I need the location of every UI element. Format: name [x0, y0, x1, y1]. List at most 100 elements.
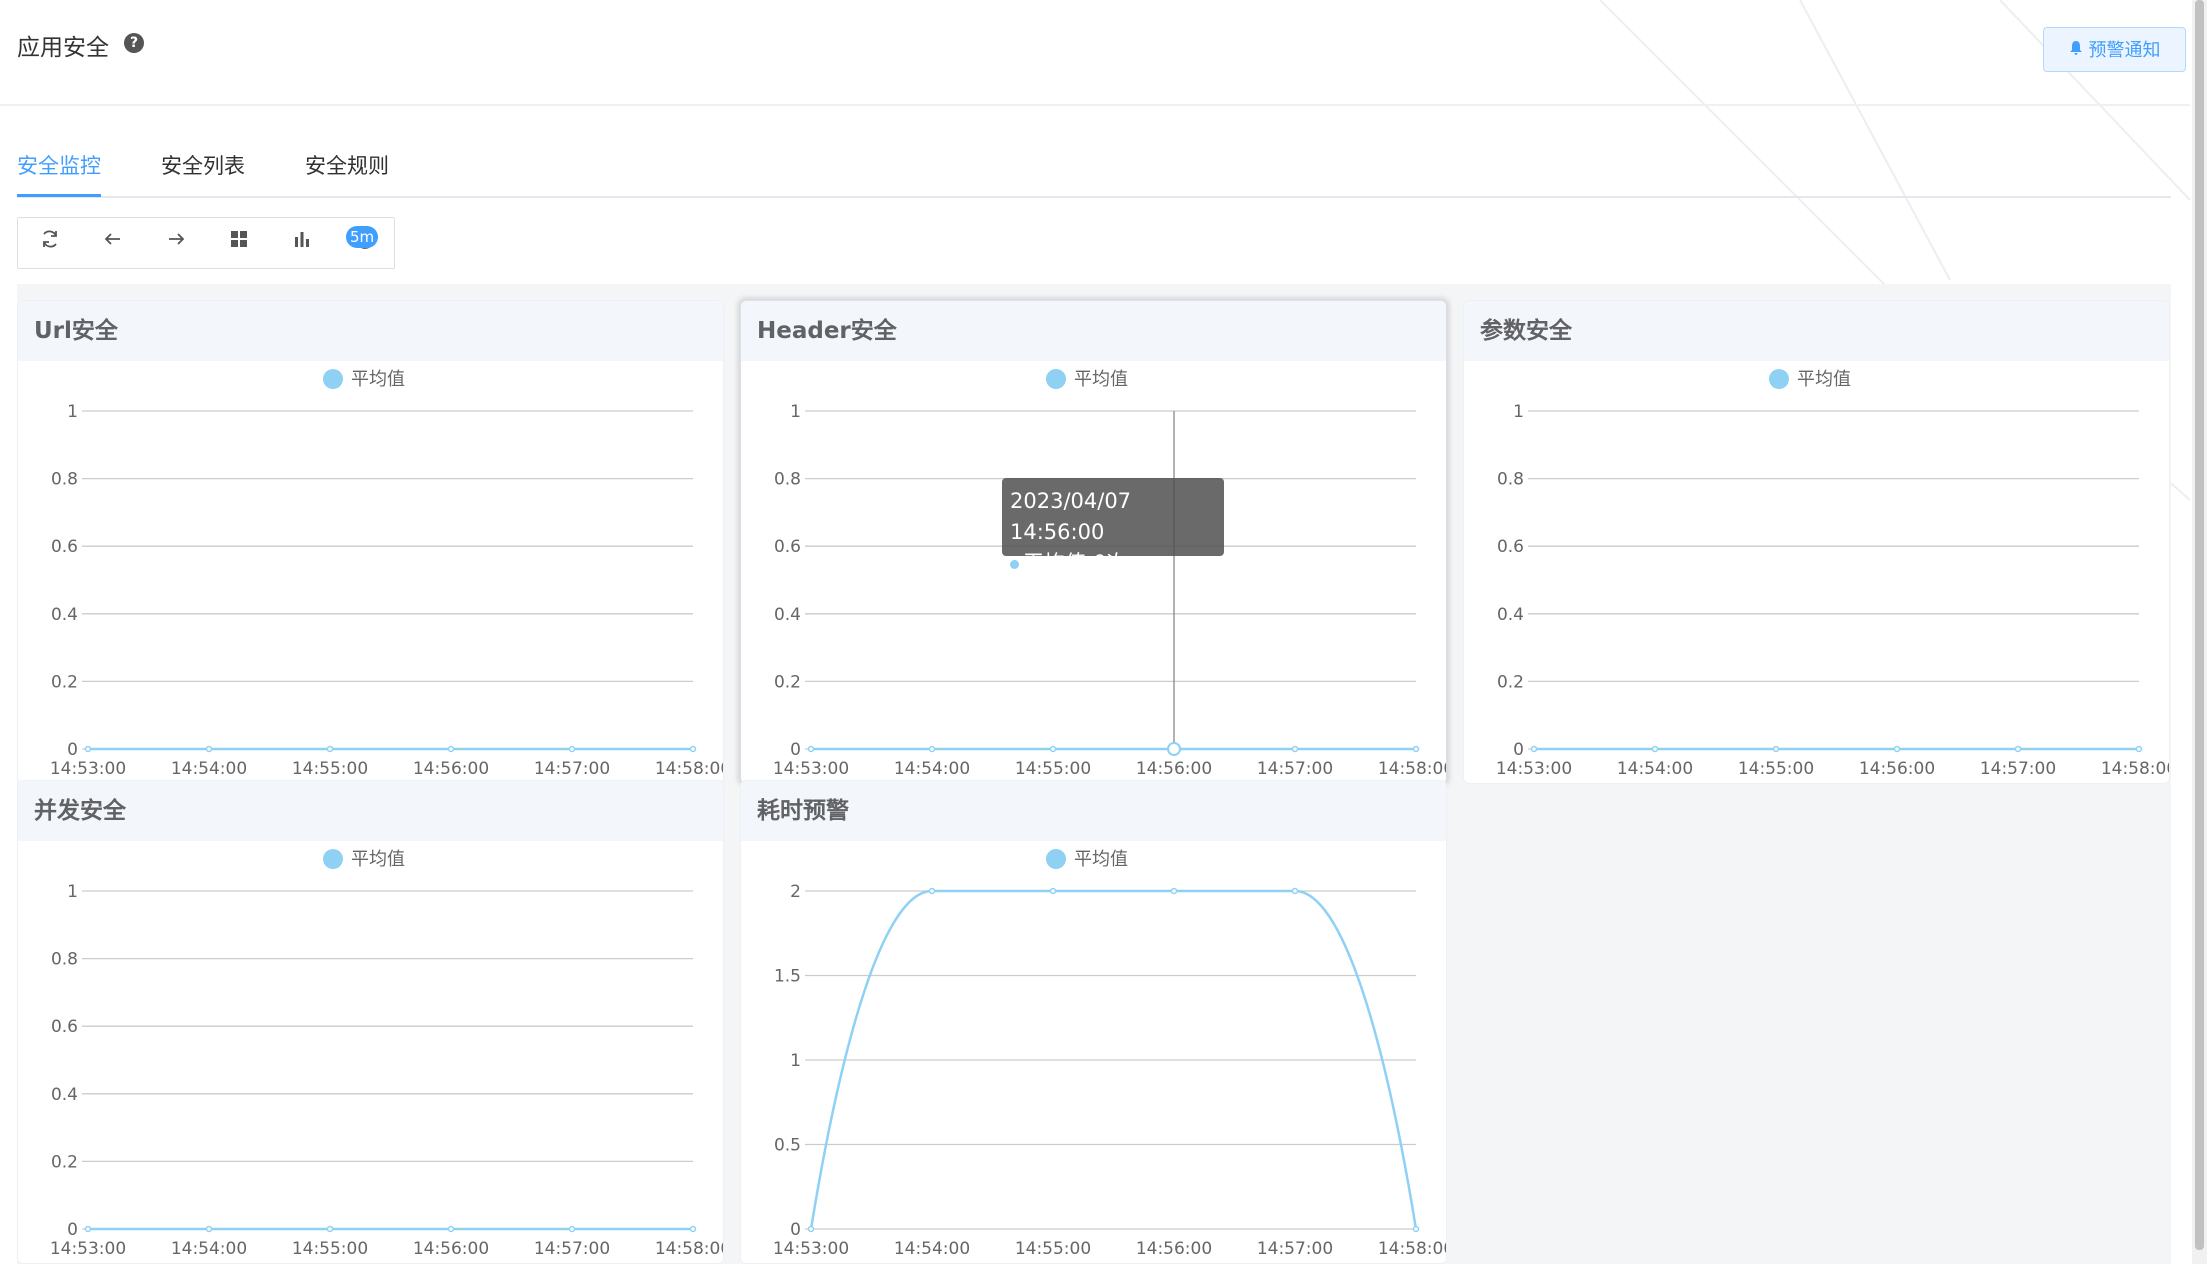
- y-tick-label: 0.8: [774, 470, 801, 490]
- x-tick-label: 14:55:00: [1015, 1239, 1091, 1259]
- refresh-icon[interactable]: [18, 218, 81, 268]
- x-tick-label: 14:58:00: [655, 1239, 724, 1259]
- chart-concurrency[interactable]: 平均值 0 0.2 0.4 0.6 0.8 1 14:53:00 14:54:00 14:55:0…: [18, 841, 724, 1264]
- x-tick-label: 14:56:00: [413, 1239, 489, 1259]
- data-point: [326, 745, 334, 753]
- y-tick-label: 0.2: [51, 672, 78, 692]
- data-point: [568, 1225, 576, 1233]
- x-tick-label: 14:56:00: [1136, 1239, 1212, 1259]
- legend-label: 平均值: [1074, 849, 1128, 870]
- x-tick-label: 14:55:00: [1738, 759, 1814, 779]
- chart-params[interactable]: 平均值 0 0.2 0.4 0.6 0.8 1 14:53:00 14:54:00 14:55:0…: [1464, 361, 2170, 784]
- chart-card-latency: 耗时预警 平均值 0 0.5 1 1.5 2 14:53:00 14:54:00 14:55:0…: [740, 780, 1447, 1264]
- hover-point: [1167, 742, 1181, 756]
- question-circle-icon[interactable]: ?: [124, 33, 144, 53]
- chart-card-concurrency: 并发安全 平均值 0 0.2 0.4 0.6 0.8 1 14:53:00 14:54:00 14…: [17, 780, 724, 1264]
- y-tick-label: 1.5: [774, 967, 801, 987]
- y-tick-label: 0.6: [1497, 537, 1524, 557]
- legend-label: 平均值: [1797, 369, 1851, 390]
- y-tick-label: 0.4: [1497, 605, 1524, 625]
- data-point: [1530, 745, 1538, 753]
- arrow-left-icon[interactable]: [81, 218, 144, 268]
- tab-security-rules[interactable]: 安全规则: [305, 150, 389, 194]
- y-tick-label: 0.4: [51, 1085, 78, 1105]
- data-point: [1412, 745, 1420, 753]
- chart-card-params: 参数安全 平均值 0 0.2 0.4 0.6 0.8 1 14:53:00 14:54:00 14…: [1463, 300, 2170, 784]
- x-tick-label: 14:58:00: [1378, 759, 1447, 779]
- y-tick-label: 0.6: [51, 537, 78, 557]
- page-scrollbar[interactable]: [2192, 0, 2207, 1264]
- data-point: [928, 887, 936, 895]
- y-tick-label: 0.8: [1497, 470, 1524, 490]
- y-tick-label: 0: [1513, 740, 1524, 760]
- y-tick-label: 0: [67, 1220, 78, 1240]
- data-point: [447, 1225, 455, 1233]
- y-tick-label: 0.2: [1497, 672, 1524, 692]
- data-point: [326, 1225, 334, 1233]
- data-point: [689, 1225, 697, 1233]
- y-tick-label: 0: [790, 740, 801, 760]
- legend-label: 平均值: [351, 849, 405, 870]
- data-point: [1893, 745, 1901, 753]
- data-point: [447, 745, 455, 753]
- chart-url[interactable]: 平均值 0 0.2 0.4 0.6 0.8 1 14:53:00 14:54:00 14:55:0…: [18, 361, 724, 784]
- scrollbar-thumb[interactable]: [2195, 0, 2204, 1250]
- data-point: [1049, 887, 1057, 895]
- x-tick-label: 14:54:00: [894, 759, 970, 779]
- y-tick-label: 0.2: [774, 672, 801, 692]
- x-tick-label: 14:56:00: [1859, 759, 1935, 779]
- x-tick-label: 14:55:00: [1015, 759, 1091, 779]
- card-title: 参数安全: [1464, 301, 2169, 361]
- x-tick-label: 14:58:00: [655, 759, 724, 779]
- data-point: [2135, 745, 2143, 753]
- interval-badge: 5m: [346, 226, 379, 248]
- x-tick-label: 14:53:00: [1496, 759, 1572, 779]
- arrow-right-icon[interactable]: [144, 218, 207, 268]
- x-tick-label: 14:55:00: [292, 759, 368, 779]
- x-tick-label: 14:57:00: [1257, 1239, 1333, 1259]
- x-tick-label: 14:58:00: [2101, 759, 2170, 779]
- alert-button-label: 预警通知: [2088, 40, 2161, 61]
- x-tick-label: 14:54:00: [894, 1239, 970, 1259]
- data-point: [1412, 1225, 1420, 1233]
- y-tick-label: 0.6: [774, 537, 801, 557]
- card-title: Header安全: [741, 301, 1446, 361]
- data-point: [205, 745, 213, 753]
- tab-bar: 安全监控 安全列表 安全规则: [17, 150, 2171, 198]
- y-tick-label: 0: [790, 1220, 801, 1240]
- data-point: [807, 1225, 815, 1233]
- tab-security-list[interactable]: 安全列表: [161, 150, 245, 194]
- data-point: [689, 745, 697, 753]
- y-tick-label: 0.5: [774, 1136, 801, 1156]
- data-point: [928, 745, 936, 753]
- y-tick-label: 1: [1513, 402, 1524, 422]
- y-tick-label: 0.4: [51, 605, 78, 625]
- data-point: [84, 745, 92, 753]
- bar-chart-icon[interactable]: [270, 218, 333, 268]
- x-tick-label: 14:57:00: [1980, 759, 2056, 779]
- data-point: [1049, 745, 1057, 753]
- chart-toolbar: [17, 217, 395, 269]
- data-point: [1651, 745, 1659, 753]
- card-title: 耗时预警: [741, 781, 1446, 841]
- alert-notification-button[interactable]: 预警通知: [2043, 27, 2186, 72]
- legend-marker: [1769, 369, 1789, 389]
- x-tick-label: 14:54:00: [171, 1239, 247, 1259]
- chart-tooltip: 2023/04/07 14:56:00 平均值:0次: [1002, 478, 1224, 575]
- x-tick-label: 14:55:00: [292, 1239, 368, 1259]
- x-tick-label: 14:53:00: [50, 1239, 126, 1259]
- y-tick-label: 0: [67, 740, 78, 760]
- y-tick-label: 0.6: [51, 1017, 78, 1037]
- tooltip-time: 2023/04/07 14:56:00: [1010, 489, 1132, 544]
- x-tick-label: 14:56:00: [413, 759, 489, 779]
- chart-latency[interactable]: 平均值 0 0.5 1 1.5 2 14:53:00 14:54:00 14:55:00 14:5…: [741, 841, 1447, 1264]
- x-tick-label: 14:58:00: [1378, 1239, 1447, 1259]
- tab-security-monitor[interactable]: 安全监控: [17, 150, 101, 197]
- x-tick-label: 14:57:00: [1257, 759, 1333, 779]
- grid-icon[interactable]: [207, 218, 270, 268]
- tooltip-value: 平均值:0次: [1023, 551, 1128, 575]
- legend-marker: [323, 849, 343, 869]
- x-tick-label: 14:57:00: [534, 759, 610, 779]
- data-point: [2014, 745, 2022, 753]
- y-tick-label: 0.8: [51, 950, 78, 970]
